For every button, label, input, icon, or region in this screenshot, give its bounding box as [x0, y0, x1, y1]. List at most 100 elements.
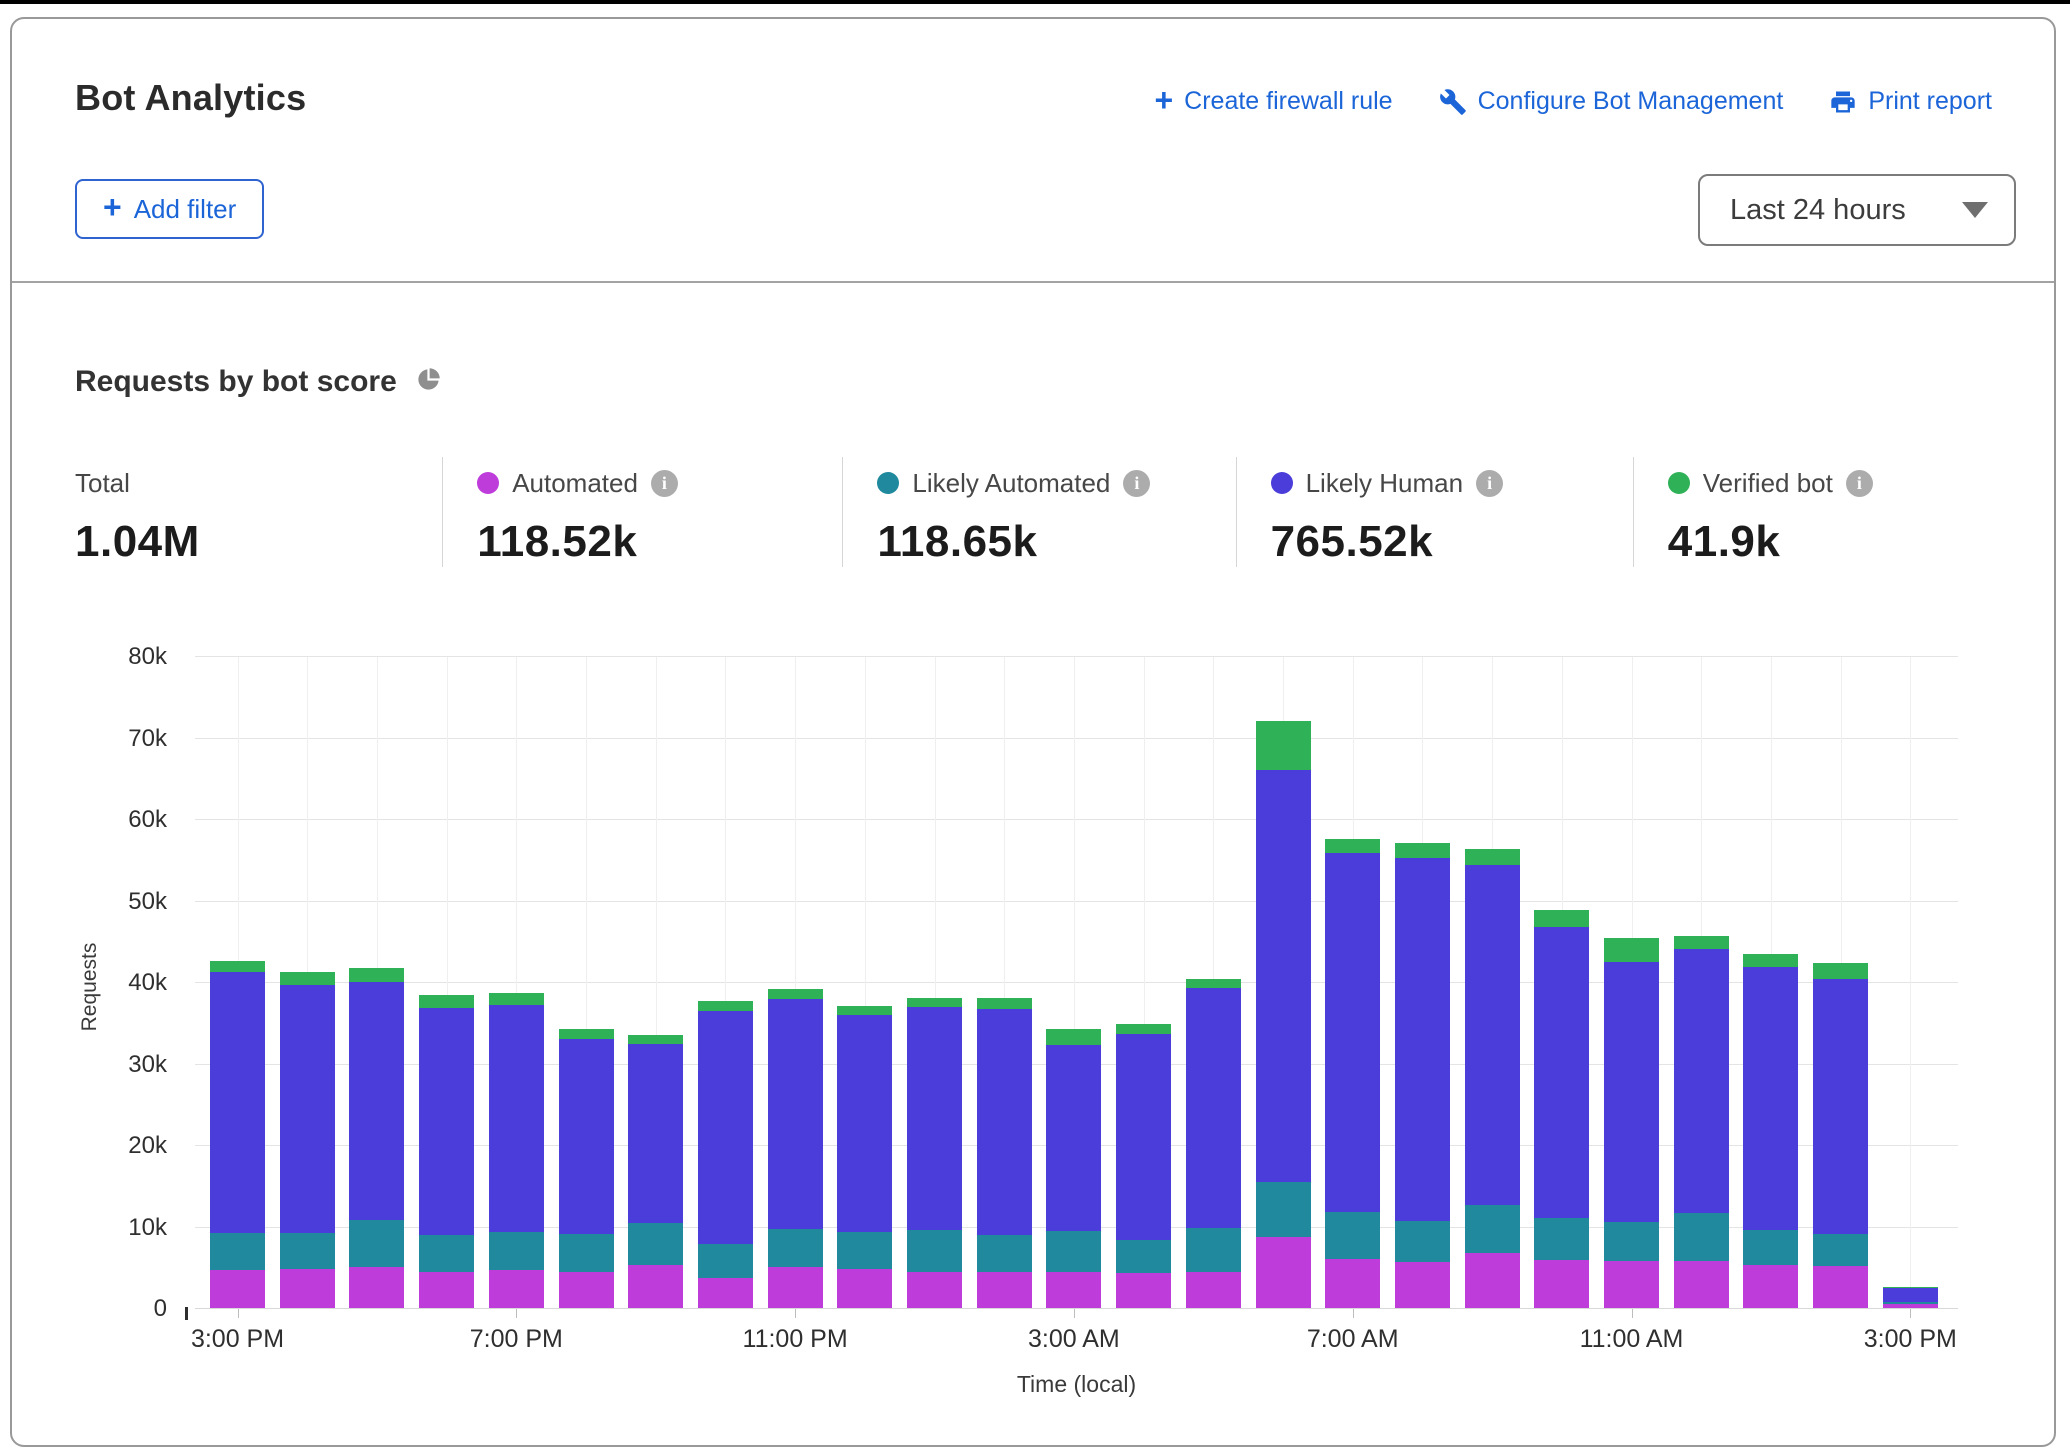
- stat-verified-bot-value: 41.9k: [1668, 517, 2014, 567]
- bar-segment-automated: [768, 1267, 823, 1308]
- bar-segment-automated: [1256, 1237, 1311, 1308]
- bar-segment-likely-automated: [559, 1234, 614, 1272]
- bar-segment-verified-bot: [1186, 979, 1241, 988]
- info-icon[interactable]: i: [1476, 470, 1503, 497]
- bar-segment-likely-human: [1604, 962, 1659, 1222]
- bar-5-00-am: [1186, 979, 1241, 1308]
- gridline-vertical: [656, 657, 657, 1309]
- bar-segment-likely-human: [977, 1009, 1032, 1236]
- x-tick-label: 3:00 AM: [994, 1325, 1154, 1354]
- bar-segment-likely-human: [907, 1007, 962, 1229]
- info-icon[interactable]: i: [1846, 470, 1873, 497]
- bar-segment-automated: [1046, 1272, 1101, 1308]
- gridline-horizontal: [195, 1227, 1958, 1228]
- add-filter-button[interactable]: + Add filter: [75, 179, 264, 239]
- bar-segment-automated: [1325, 1259, 1380, 1308]
- bar-segment-verified-bot: [349, 968, 404, 982]
- bar-10-00-am: [1534, 910, 1589, 1308]
- bar-segment-automated: [1186, 1272, 1241, 1308]
- stat-likely-automated-value: 118.65k: [877, 517, 1235, 567]
- bar-segment-verified-bot: [280, 972, 335, 985]
- gridline-vertical: [1632, 657, 1633, 1309]
- bar-segment-verified-bot: [1534, 910, 1589, 926]
- bar-segment-likely-automated: [1465, 1205, 1520, 1253]
- bar-segment-verified-bot: [907, 998, 962, 1007]
- bar-segment-likely-human: [280, 985, 335, 1233]
- bar-segment-automated: [1465, 1253, 1520, 1308]
- likely-human-legend-dot: [1271, 472, 1293, 494]
- print-report-link[interactable]: Print report: [1829, 87, 1992, 116]
- bar-segment-automated: [489, 1270, 544, 1308]
- bar-segment-likely-human: [1743, 967, 1798, 1229]
- gridline-vertical: [238, 657, 239, 1309]
- bar-segment-likely-human: [559, 1039, 614, 1234]
- y-tick-label: 80k: [57, 642, 167, 672]
- bar-segment-likely-human: [768, 999, 823, 1229]
- bar-segment-likely-automated: [419, 1235, 474, 1272]
- bar-segment-automated: [559, 1272, 614, 1308]
- bar-segment-likely-human: [1674, 949, 1729, 1213]
- bar-segment-likely-automated: [698, 1244, 753, 1278]
- bar-segment-automated: [210, 1270, 265, 1308]
- bar-10-00-pm: [698, 1001, 753, 1308]
- info-icon[interactable]: i: [1123, 470, 1150, 497]
- section-title-row: Requests by bot score: [75, 365, 442, 399]
- bar-segment-automated: [977, 1272, 1032, 1308]
- y-tick-label: 40k: [57, 968, 167, 998]
- bar-segment-automated: [1674, 1261, 1729, 1308]
- bar-segment-likely-automated: [1186, 1228, 1241, 1272]
- y-tick-label: 60k: [57, 805, 167, 835]
- create-firewall-rule-link[interactable]: + Create firewall rule: [1154, 87, 1392, 116]
- stat-total-value: 1.04M: [75, 517, 442, 567]
- bar-segment-verified-bot: [1883, 1287, 1938, 1288]
- gridline-horizontal: [195, 819, 1958, 820]
- bar-segment-likely-automated: [907, 1230, 962, 1272]
- stat-total-label: Total: [75, 468, 130, 499]
- bar-1-00-am: [907, 998, 962, 1308]
- gridline-vertical: [1492, 657, 1493, 1309]
- bar-segment-likely-automated: [1395, 1221, 1450, 1263]
- bar-segment-likely-automated: [1116, 1240, 1171, 1273]
- gridline-vertical: [1353, 657, 1354, 1309]
- configure-bot-management-link[interactable]: Configure Bot Management: [1439, 87, 1784, 116]
- bar-segment-automated: [1604, 1261, 1659, 1308]
- gridline-vertical: [586, 657, 587, 1309]
- gridline-vertical: [1074, 657, 1075, 1309]
- plot-area: [195, 657, 1958, 1309]
- bar-segment-likely-automated: [1674, 1213, 1729, 1260]
- time-range-dropdown[interactable]: Last 24 hours: [1698, 174, 2016, 246]
- bar-2-00-pm: [1813, 963, 1868, 1308]
- gridline-vertical: [1562, 657, 1563, 1309]
- gridline-vertical: [1004, 657, 1005, 1309]
- bar-segment-automated: [1116, 1273, 1171, 1308]
- info-icon[interactable]: i: [651, 470, 678, 497]
- x-tick-label: 3:00 PM: [1830, 1325, 1990, 1354]
- bar-3-00-pm: [210, 961, 265, 1308]
- bar-segment-verified-bot: [837, 1006, 892, 1016]
- bar-11-00-pm: [768, 989, 823, 1308]
- bar-segment-verified-bot: [489, 993, 544, 1005]
- gridline-vertical: [1771, 657, 1772, 1309]
- bar-segment-verified-bot: [1813, 963, 1868, 978]
- gridline-vertical: [1910, 657, 1911, 1309]
- bar-6-00-am: [1256, 721, 1311, 1308]
- gridline-vertical: [377, 657, 378, 1309]
- bar-segment-likely-human: [1116, 1034, 1171, 1240]
- gridline-vertical: [1841, 657, 1842, 1309]
- bar-segment-likely-human: [489, 1005, 544, 1232]
- gridline-vertical: [447, 657, 448, 1309]
- y-tick-label: 30k: [57, 1050, 167, 1080]
- bar-segment-automated: [280, 1269, 335, 1308]
- x-tick-mark: [1910, 1309, 1911, 1318]
- y-axis-title: Requests: [78, 943, 102, 1032]
- gridline-horizontal: [195, 656, 1958, 657]
- bar-8-00-pm: [559, 1029, 614, 1308]
- bar-segment-verified-bot: [1046, 1029, 1101, 1044]
- gridline-vertical: [795, 657, 796, 1309]
- bar-4-00-pm: [280, 972, 335, 1308]
- bar-segment-likely-automated: [280, 1233, 335, 1269]
- bar-segment-likely-human: [349, 982, 404, 1220]
- bar-segment-automated: [1395, 1262, 1450, 1308]
- bar-segment-likely-automated: [628, 1223, 683, 1265]
- section-title: Requests by bot score: [75, 365, 397, 399]
